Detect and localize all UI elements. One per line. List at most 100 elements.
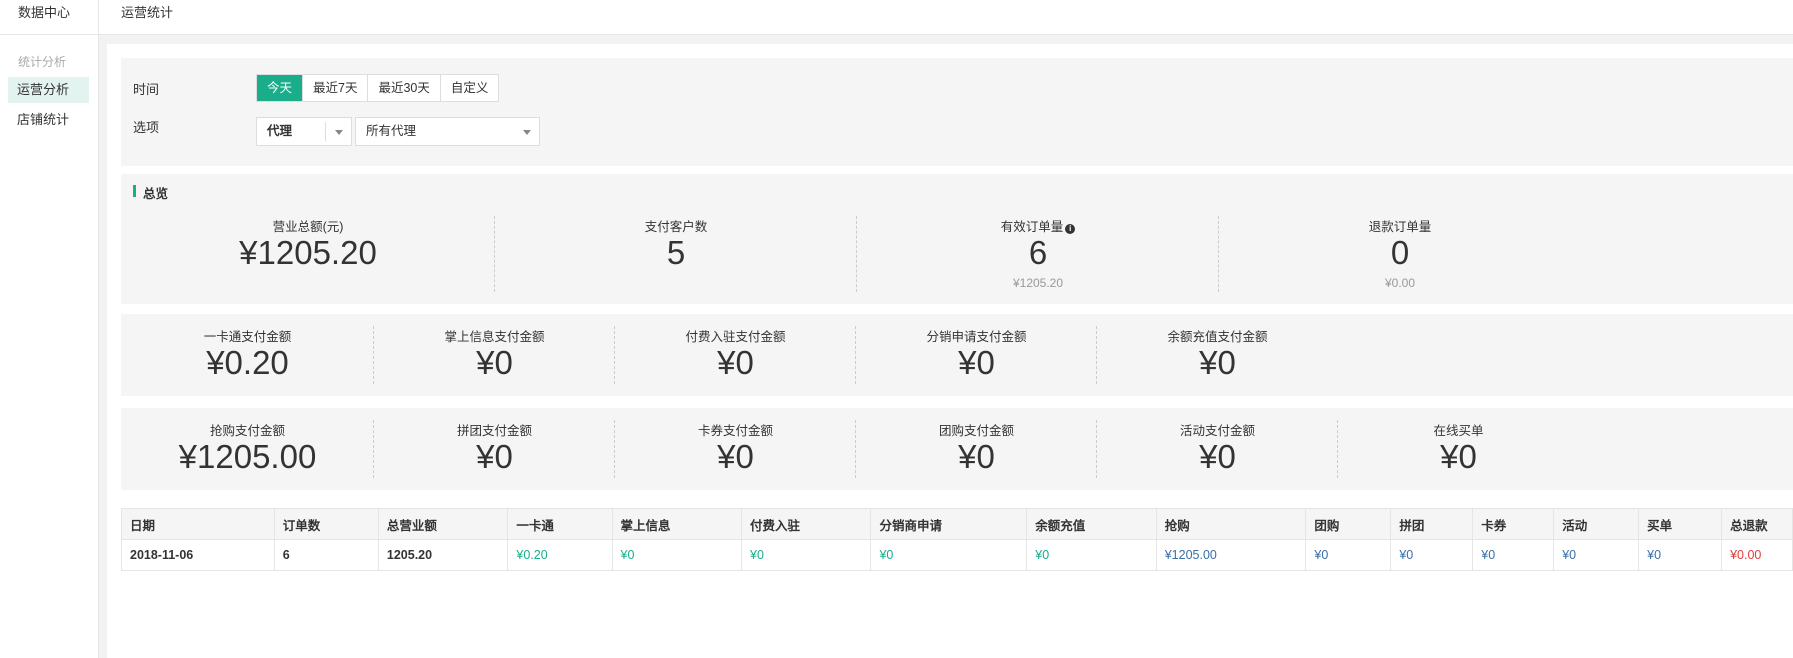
sidebar-item-operations-analysis[interactable]: 运营分析 <box>8 77 89 103</box>
stat-value: ¥0 <box>476 438 513 475</box>
time-label: 时间 <box>133 82 160 97</box>
column-header: 买单 <box>1638 508 1723 540</box>
column-header: 一卡通 <box>507 508 613 540</box>
stat-value: ¥0 <box>1440 438 1477 475</box>
table-cell-bill: ¥0 <box>1638 539 1723 571</box>
stat-team-purchase-payment: 团购支付金额 ¥0 <box>856 408 1097 490</box>
sidebar-group-label: 统计分析 <box>18 55 67 69</box>
stat-total-revenue: 营业总额(元) ¥1205.20 <box>121 204 495 304</box>
column-header: 拼团 <box>1390 508 1474 540</box>
column-header: 团购 <box>1305 508 1392 540</box>
stat-sub-value: ¥0.00 <box>1384 276 1416 290</box>
stat-value: ¥0 <box>958 344 995 381</box>
table-row: 2018-11-06 6 1205.20 ¥0.20 ¥0 ¥0 ¥0 ¥0 ¥… <box>121 539 1793 571</box>
option-type-value: 代理 <box>267 124 293 138</box>
time-30days-button[interactable]: 最近30天 <box>368 75 441 101</box>
stat-value: ¥0 <box>717 344 754 381</box>
stats-row-1: 营业总额(元) ¥1205.20 支付客户数 5 有效订单量 i 6 ¥1205.… <box>121 204 1793 304</box>
stat-paying-customers: 支付客户数 5 <box>495 204 857 304</box>
table-cell-card: ¥0.20 <box>507 539 613 571</box>
chevron-down-icon <box>335 130 343 135</box>
stat-label: 抢购支付金额 <box>209 424 285 438</box>
column-header: 掌上信息 <box>611 508 743 540</box>
table-cell-recharge: ¥0 <box>1026 539 1157 571</box>
stat-sub-value: ¥1205.20 <box>1012 276 1064 290</box>
stat-paid-entry-payment: 付费入驻支付金额 ¥0 <box>615 314 856 396</box>
time-7days-button[interactable]: 最近7天 <box>303 75 369 101</box>
column-header: 付费入驻 <box>741 508 872 540</box>
stat-balance-recharge-payment: 余额充值支付金额 ¥0 <box>1097 314 1338 396</box>
stat-label: 掌上信息支付金额 <box>444 330 545 344</box>
table-cell-pocket-info: ¥0 <box>611 539 743 571</box>
stat-value: ¥0 <box>717 438 754 475</box>
stat-label: 活动支付金额 <box>1179 424 1255 438</box>
column-header: 总营业额 <box>377 508 509 540</box>
stat-refund-orders: 退款订单量 0 ¥0.00 <box>1219 204 1581 304</box>
stat-coupon-payment: 卡券支付金额 ¥0 <box>615 408 856 490</box>
stat-value: 0 <box>1390 234 1410 271</box>
table-header-row: 日期 订单数 总营业额 一卡通 掌上信息 付费入驻 分销商申请 余额充值 抢购 … <box>121 508 1793 540</box>
option-label: 选项 <box>133 120 160 135</box>
stat-label-wrap: 有效订单量 i <box>857 216 1219 235</box>
stat-label: 一卡通支付金额 <box>203 330 292 344</box>
select-divider <box>325 122 326 141</box>
info-icon[interactable]: i <box>1065 224 1076 234</box>
stat-value: ¥0 <box>958 438 995 475</box>
column-header: 分销商申请 <box>870 508 1028 540</box>
stat-label: 付费入驻支付金额 <box>685 330 786 344</box>
time-today-button[interactable]: 今天 <box>257 75 304 101</box>
stat-label: 分销申请支付金额 <box>926 330 1027 344</box>
stat-activity-payment: 活动支付金额 ¥0 <box>1097 408 1338 490</box>
table-cell-revenue: 1205.20 <box>377 539 509 571</box>
column-header: 活动 <box>1553 508 1640 540</box>
table-cell-coupon: ¥0 <box>1472 539 1555 571</box>
section-accent-bar <box>133 185 136 197</box>
table-cell-orders: 6 <box>273 539 379 571</box>
column-header: 余额充值 <box>1026 508 1157 540</box>
top-bar: 数据中心 运营统计 <box>0 0 1793 35</box>
column-header: 卡券 <box>1472 508 1555 540</box>
sidebar-item-store-stats[interactable]: 店铺统计 <box>8 107 89 133</box>
stat-group-buy-payment: 拼团支付金额 ¥0 <box>374 408 615 490</box>
stat-label: 支付客户数 <box>644 220 708 234</box>
table-cell-refund: ¥0.00 <box>1721 539 1793 571</box>
overview-title: 总览 <box>143 187 169 201</box>
stat-label: 营业总额(元) <box>272 220 344 234</box>
overview-header: 总览 <box>121 174 1793 207</box>
option-type-select[interactable]: 代理 <box>256 117 352 146</box>
table-cell-date: 2018-11-06 <box>121 539 275 571</box>
breadcrumb: 运营统计 <box>121 5 174 20</box>
filter-panel: 时间 今天 最近7天 最近30天 自定义 选项 代理 所有代理 <box>121 58 1793 166</box>
table-cell-distributor: ¥0 <box>870 539 1028 571</box>
app-brand[interactable]: 数据中心 <box>0 0 99 35</box>
sidebar: 统计分析 运营分析 店铺统计 <box>0 35 99 658</box>
stat-label: 有效订单量 <box>1000 220 1064 234</box>
stat-label: 团购支付金额 <box>938 424 1014 438</box>
stat-pocket-info-payment: 掌上信息支付金额 ¥0 <box>374 314 615 396</box>
table-cell-paid-entry: ¥0 <box>741 539 872 571</box>
agent-select-value: 所有代理 <box>366 124 417 138</box>
stat-value: ¥0 <box>1199 438 1236 475</box>
agent-select[interactable]: 所有代理 <box>355 117 540 146</box>
stat-valid-orders: 有效订单量 i 6 ¥1205.20 <box>857 204 1219 304</box>
time-custom-button[interactable]: 自定义 <box>440 75 499 101</box>
stat-value: ¥0.20 <box>206 344 289 381</box>
stats-row-3: 抢购支付金额 ¥1205.00 拼团支付金额 ¥0 卡券支付金额 ¥0 团购支付… <box>121 408 1793 490</box>
table-cell-flash-sale: ¥1205.00 <box>1155 539 1307 571</box>
column-header: 总退款 <box>1721 508 1793 540</box>
column-header: 订单数 <box>273 508 379 540</box>
table-cell-group-buy: ¥0 <box>1390 539 1474 571</box>
stat-online-bill: 在线买单 ¥0 <box>1338 408 1579 490</box>
column-header: 日期 <box>121 508 275 540</box>
stat-value: 6 <box>1028 234 1048 271</box>
stat-card-payment: 一卡通支付金额 ¥0.20 <box>121 314 374 396</box>
daily-stats-table: 日期 订单数 总营业额 一卡通 掌上信息 付费入驻 分销商申请 余额充值 抢购 … <box>121 508 1793 571</box>
table-cell-activity: ¥0 <box>1553 539 1640 571</box>
stats-row-2: 一卡通支付金额 ¥0.20 掌上信息支付金额 ¥0 付费入驻支付金额 ¥0 分销… <box>121 314 1793 396</box>
stat-label: 拼团支付金额 <box>456 424 532 438</box>
stat-value: ¥1205.00 <box>178 438 317 475</box>
table-cell-team-purchase: ¥0 <box>1305 539 1392 571</box>
stat-label: 余额充值支付金额 <box>1167 330 1268 344</box>
stat-flash-sale-payment: 抢购支付金额 ¥1205.00 <box>121 408 374 490</box>
time-range-group: 今天 最近7天 最近30天 自定义 <box>256 74 500 102</box>
